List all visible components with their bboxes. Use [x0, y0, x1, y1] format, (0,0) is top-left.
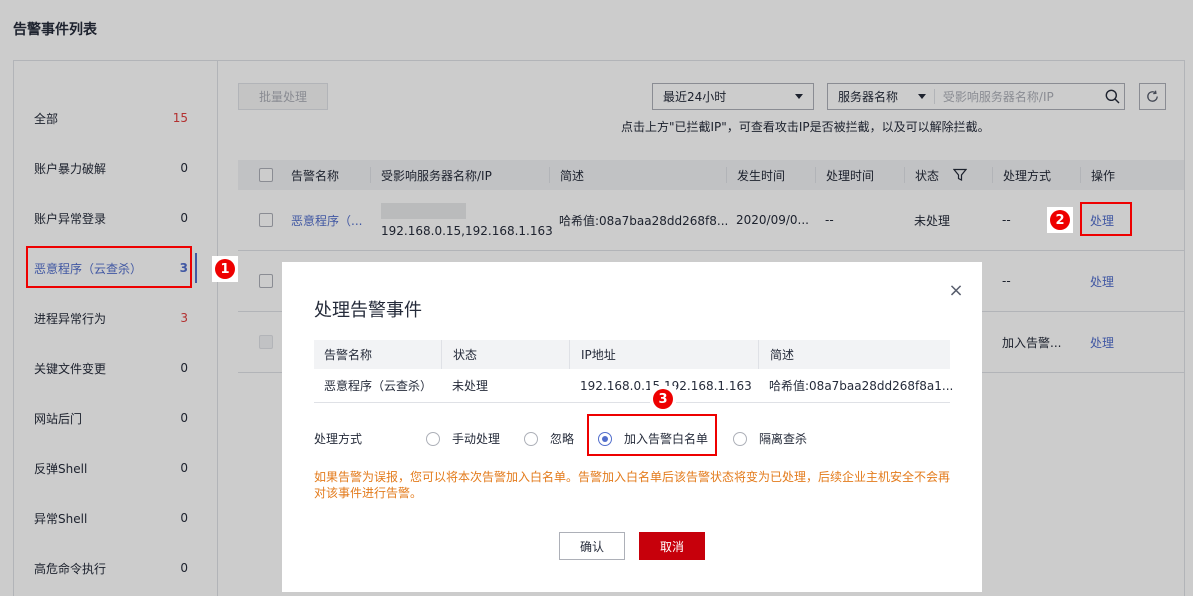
table-row: 恶意程序（云查杀） 未处理 192.168.0.15,192.168.1.163… [314, 369, 953, 403]
method-label: 处理方式 [314, 432, 363, 446]
radio-isolate-kill[interactable]: 隔离查杀 [733, 430, 807, 447]
whitelist-warning: 如果告警为误报，您可以将本次告警加入白名单。告警加入白名单后该告警状态将变为已处… [314, 470, 951, 500]
confirm-button[interactable]: 确认 [559, 532, 625, 560]
dialog-alarm-table: 告警名称 状态 IP地址 简述 恶意程序（云查杀） 未处理 192.168.0.… [314, 340, 953, 403]
close-icon[interactable]: × [946, 280, 966, 301]
radio-icon[interactable] [733, 431, 747, 446]
radio-ignore[interactable]: 忽略 [524, 430, 574, 447]
cancel-button[interactable]: 取消 [639, 532, 705, 560]
radio-icon[interactable] [524, 431, 538, 446]
radio-icon[interactable] [426, 431, 440, 446]
step-badge: 2 [1047, 207, 1073, 233]
step-badge: 3 [650, 386, 676, 412]
dialog-table-header: 告警名称 状态 IP地址 简述 [314, 340, 950, 369]
radio-manual[interactable]: 手动处理 [426, 430, 500, 447]
highlight-box-handle [1080, 202, 1132, 236]
highlight-box-malware [26, 246, 192, 288]
highlight-box-whitelist [587, 414, 717, 456]
step-badge: 1 [212, 256, 238, 282]
dialog-title: 处理告警事件 [314, 300, 422, 321]
